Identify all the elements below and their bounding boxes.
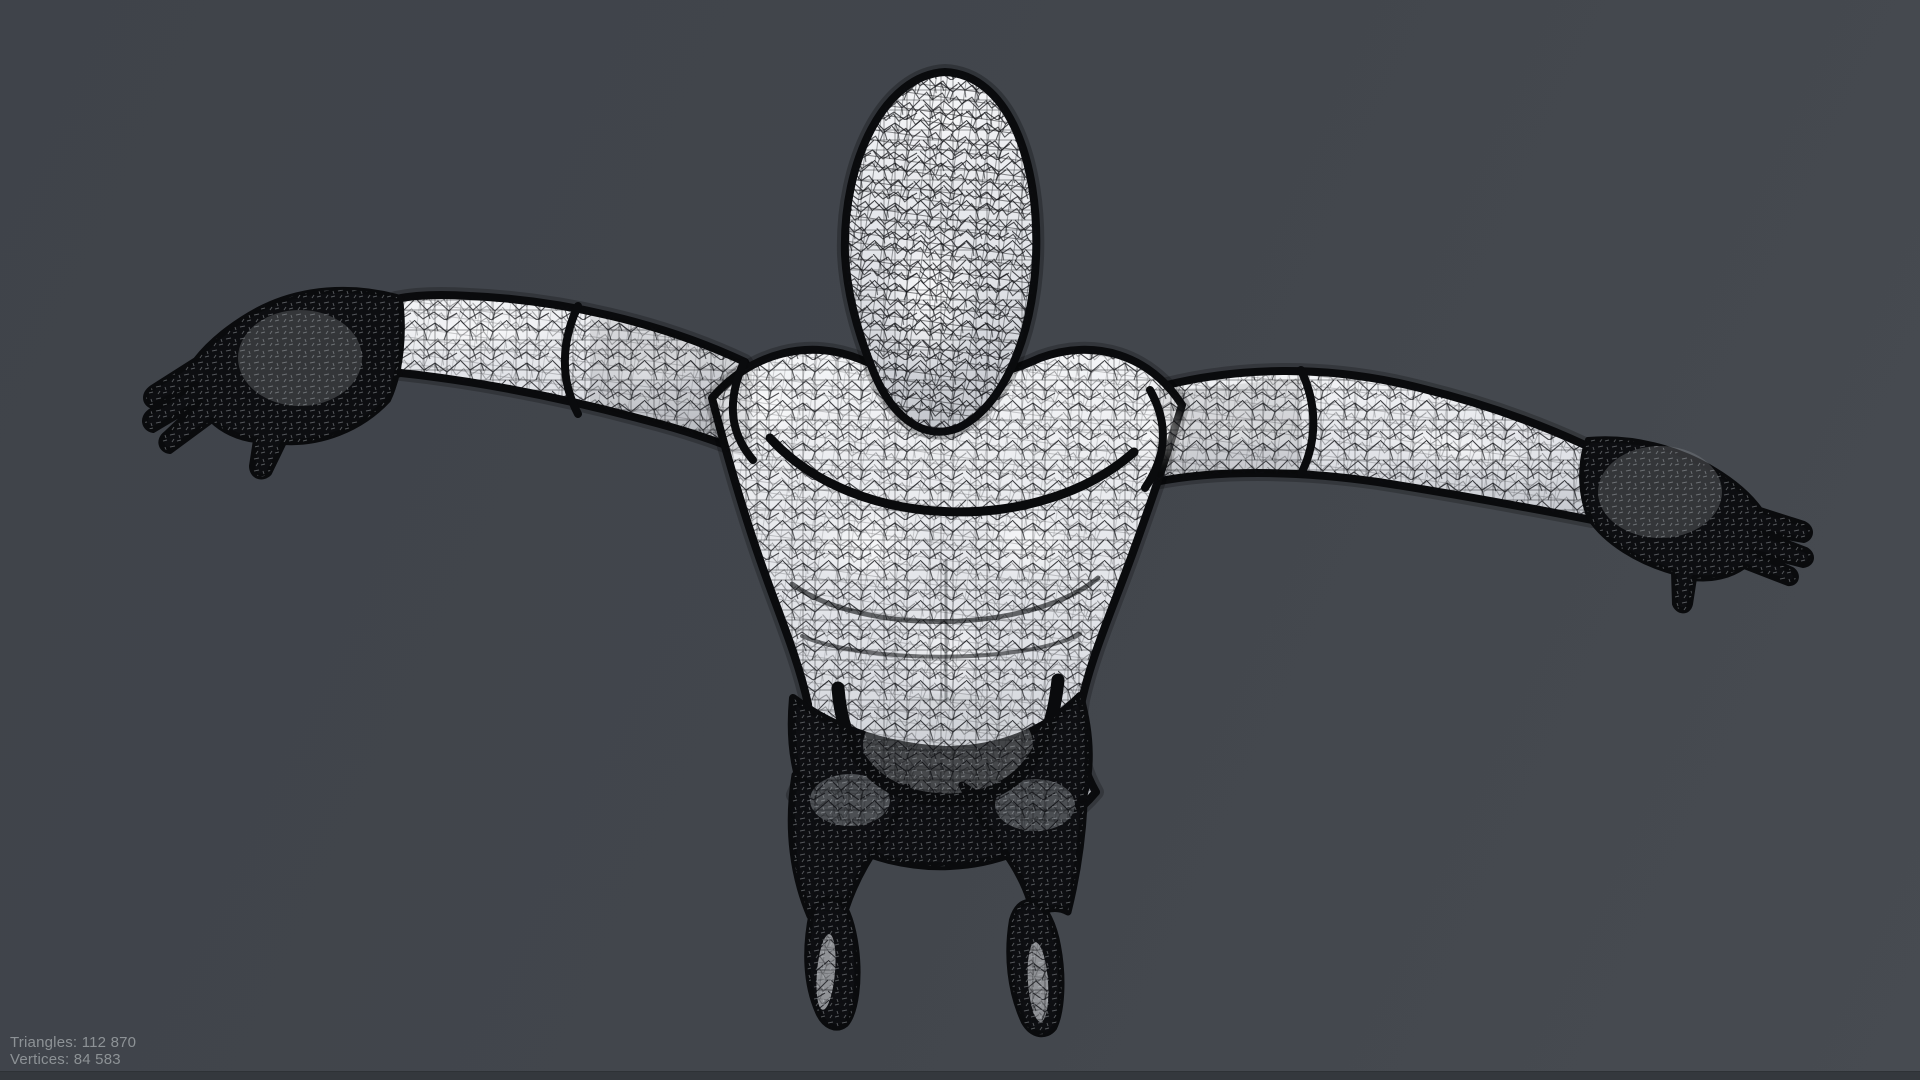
bottom-bar — [0, 1071, 1920, 1080]
wireframe-model-canvas — [0, 0, 1920, 1080]
3d-viewport[interactable]: Triangles: 112 870 Vertices: 84 583 — [0, 0, 1920, 1080]
model-viewer-window: Triangles: 112 870 Vertices: 84 583 — [0, 0, 1920, 1080]
